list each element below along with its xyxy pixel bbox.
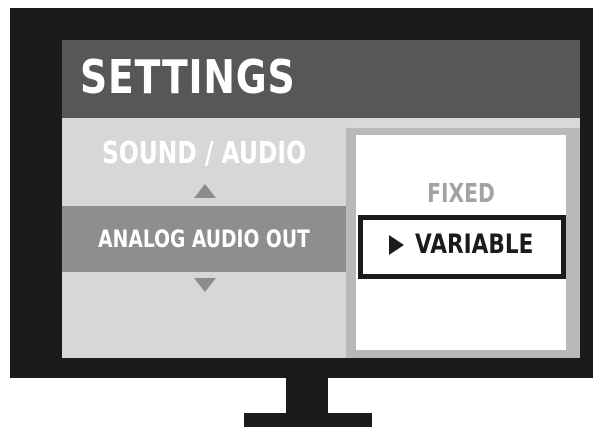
- page-title: SETTINGS: [80, 50, 296, 104]
- tv-illustration: SETTINGS SOUND / AUDIO ANALOG AUDIO OUT …: [0, 0, 605, 432]
- up-arrow-icon[interactable]: [194, 184, 216, 198]
- option-variable[interactable]: VARIABLE: [358, 215, 566, 279]
- tv-screen: SETTINGS SOUND / AUDIO ANALOG AUDIO OUT …: [62, 40, 580, 358]
- option-variable-label: VARIABLE: [415, 229, 534, 260]
- menu-item-label: ANALOG AUDIO OUT: [98, 225, 310, 253]
- menu-item-selected[interactable]: ANALOG AUDIO OUT: [62, 206, 346, 272]
- tv-bezel: SETTINGS SOUND / AUDIO ANALOG AUDIO OUT …: [10, 8, 593, 378]
- category-label: SOUND / AUDIO: [101, 136, 307, 171]
- tv-stand-base: [244, 413, 372, 427]
- options-panel: FIXED VARIABLE: [346, 128, 580, 358]
- option-fixed[interactable]: FIXED: [379, 179, 543, 209]
- options-list: FIXED VARIABLE: [356, 135, 566, 350]
- tv-stand-neck: [286, 378, 328, 414]
- down-arrow-icon[interactable]: [194, 278, 216, 292]
- settings-header: SETTINGS: [62, 40, 580, 118]
- pointer-right-icon: [389, 235, 404, 255]
- menu-panel: SOUND / AUDIO ANALOG AUDIO OUT: [62, 118, 346, 358]
